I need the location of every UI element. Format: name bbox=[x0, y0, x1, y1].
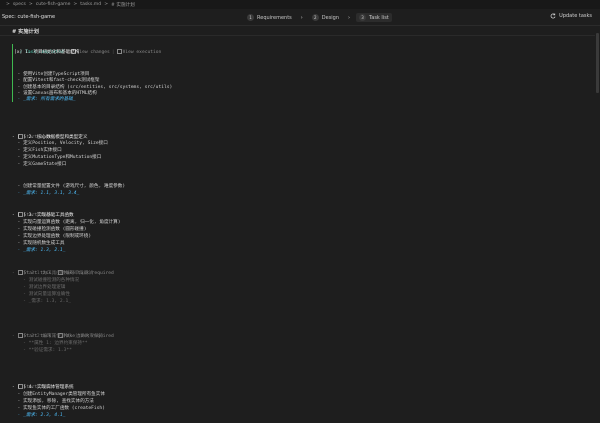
task-detail: - 定义MutationType和Mutation接口 bbox=[12, 155, 102, 160]
task-detail: - 测试碰撞检测的各种情况 bbox=[12, 278, 80, 283]
page-title: # 实施计划 bbox=[12, 29, 39, 35]
task-detail: - 创建基本的目录结构 (src/entities, src/systems, … bbox=[12, 85, 173, 90]
breadcrumb-item-specs[interactable]: specs bbox=[13, 2, 26, 7]
task-detail: - 使用Vite创建TypeScript项目 bbox=[12, 72, 90, 77]
step-task-list[interactable]: 3 Task list bbox=[356, 13, 392, 22]
view-execution-link[interactable]: View execution bbox=[123, 50, 162, 55]
task-detail: - 实现边界处理函数 (限制或环绕) bbox=[12, 234, 92, 239]
step-label: Design bbox=[321, 14, 340, 21]
chevron-right-icon: › bbox=[348, 14, 351, 21]
task-detail: - 实现添加, 移除, 查找实体的方法 bbox=[12, 399, 94, 404]
task-requirement: - _需求: 1.1, 3.1, 3.4_ bbox=[12, 191, 80, 196]
task-detail: - 测试向量运算准确性 bbox=[12, 292, 70, 297]
task-detail: - 实现鱼实体的工厂函数 (createFish) bbox=[12, 406, 105, 411]
task-detail: - 配置Vitest和fast-check测试框架 bbox=[12, 78, 100, 83]
step-label: Requirements bbox=[257, 14, 292, 21]
task-requirement: - _需求: 1.3, 2.1_ bbox=[12, 299, 71, 304]
breadcrumb-sep: > bbox=[73, 2, 78, 7]
chevron-right-icon: › bbox=[300, 14, 303, 21]
step-design[interactable]: 2 Design bbox=[309, 13, 342, 22]
breadcrumb-item-file[interactable]: tasks.md bbox=[80, 2, 101, 7]
step-requirements[interactable]: 1 Requirements bbox=[244, 13, 295, 22]
view-changes-link[interactable]: View changes bbox=[77, 50, 110, 55]
spec-steps: 1 Requirements › 2 Design › 3 Task list bbox=[244, 13, 392, 22]
step-number: 2 bbox=[311, 14, 319, 21]
breadcrumb-item-folder[interactable]: cute-fish-game bbox=[36, 2, 71, 7]
task-detail: - 实现向量运算函数 (距离, 归一化, 角度计算) bbox=[12, 220, 121, 225]
task-requirement: - _需求: 2.3, 4.1_ bbox=[12, 413, 66, 418]
step-number: 1 bbox=[247, 14, 254, 21]
scrollbar-thumb[interactable] bbox=[596, 33, 599, 93]
execution-icon bbox=[116, 49, 122, 54]
task-detail: - 定义Fish实体接口 bbox=[12, 148, 62, 153]
task-detail: - 实现碰撞检测函数 (圆形碰撞) bbox=[12, 227, 87, 232]
spec-header: Spec: cute-fish-game 1 Requirements › 2 … bbox=[0, 9, 600, 26]
refresh-icon bbox=[550, 13, 556, 19]
breadcrumb-sep: > bbox=[104, 2, 109, 7]
task-detail: - 设置Canvas画布和基本的HTML结构 bbox=[12, 91, 97, 96]
update-tasks-label: Update tasks bbox=[559, 13, 592, 19]
task-requirement: - _需求: 所有需求的基础_ bbox=[12, 97, 76, 102]
task-detail: - 定义Position, Velocity, Size接口 bbox=[12, 141, 108, 146]
task-detail: - 创建常量配置文件 (游戏尺寸, 颜色, 难度参数) bbox=[12, 184, 126, 189]
task-title: [x] 1. 项目初始化和基础结构 bbox=[14, 50, 80, 55]
task-detail: - 定义GameState接口 bbox=[12, 162, 67, 167]
step-label: Task list bbox=[369, 14, 389, 21]
task-detail: - **验证需求: 1.3** bbox=[12, 348, 72, 353]
task-detail: - 创建EntityManager类管理所有鱼实体 bbox=[12, 392, 105, 397]
task-title-optional: - [ ]* 3.1 为工具函数编写单元测试 bbox=[12, 271, 93, 276]
divider bbox=[0, 35, 600, 36]
update-tasks-button[interactable]: Update tasks bbox=[550, 13, 592, 19]
breadcrumb-sep: > bbox=[6, 2, 10, 7]
spec-title: Spec: cute-fish-game bbox=[2, 14, 56, 20]
task-detail: - 测试边界处理逻辑 bbox=[12, 285, 66, 290]
step-number: 3 bbox=[359, 14, 367, 21]
breadcrumb-sep: > bbox=[28, 2, 33, 7]
task-detail: - **属性 1: 边界约束保持** bbox=[12, 341, 88, 346]
breadcrumb: > specs > cute-fish-game > tasks.md > # … bbox=[0, 0, 600, 9]
task-title-optional: - [ ]* 3.2 编写属性测试: 边界约束保持 bbox=[12, 334, 104, 339]
task-title: - [ ] 4. 实现实体管理系统 bbox=[12, 385, 74, 390]
breadcrumb-item-heading[interactable]: # 实施计划 bbox=[111, 2, 135, 8]
task-requirement: - _需求: 1.3, 2.1_ bbox=[12, 248, 66, 253]
task-title: - [ ] 3. 实现基础工具函数 bbox=[12, 213, 74, 218]
task-detail: - 实现随机数生成工具 bbox=[12, 241, 65, 246]
task-title: - [ ] 2. 核心数据模型和类型定义 bbox=[12, 135, 88, 140]
